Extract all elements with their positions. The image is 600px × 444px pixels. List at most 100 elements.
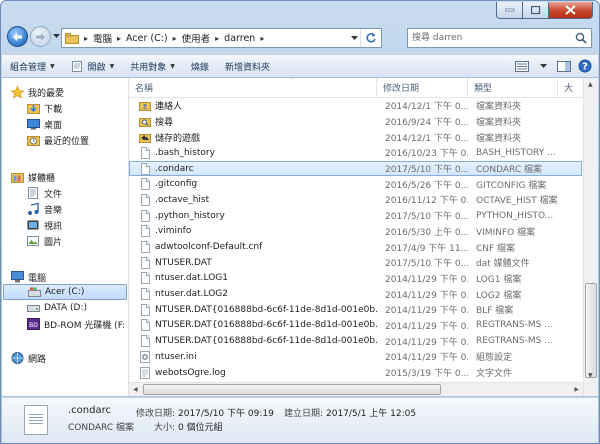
scroll-up-arrow[interactable]: ▲ (588, 81, 593, 88)
file-row[interactable]: NTUSER.DAT{016888bd-6c6f-11de-8d1d-001e0… (129, 318, 582, 334)
file-row[interactable]: NTUSER.DAT{016888bd-6c6f-11de-8d1d-001e0… (129, 302, 582, 318)
view-options-button[interactable] (534, 58, 552, 74)
nav-music[interactable]: 音樂 (26, 201, 62, 217)
file-type: PYTHON_HISTO... (476, 210, 554, 221)
file-date: 2014/12/1 下午 0... (385, 133, 468, 144)
file-row[interactable]: NTUSER.DAT{016888bd-6c6f-11de-8d1d-001e0… (129, 333, 582, 349)
back-button[interactable] (7, 26, 28, 47)
minimize-button[interactable] (496, 2, 523, 19)
breadcrumb-computer[interactable]: 電腦 (90, 31, 115, 45)
chevron-down-icon: ▼ (50, 62, 55, 70)
vertical-scroll-thumb[interactable] (585, 283, 597, 378)
nav-pictures[interactable]: 圖片 (26, 233, 62, 249)
nav-drive-d[interactable]: DATA (D:) (26, 300, 87, 316)
file-name: .bash_history (155, 147, 215, 158)
file-name-cell: 搜尋 (129, 115, 377, 128)
forward-button[interactable] (30, 26, 51, 47)
nav-drive-d-label: DATA (D:) (44, 303, 88, 313)
column-header-type[interactable]: 類型 (468, 78, 558, 97)
organize-menu[interactable]: 組合管理 ▼ (2, 56, 63, 76)
details-size-label: 大小: (154, 423, 176, 433)
help-button[interactable]: ? (576, 58, 594, 74)
music-icon (26, 202, 40, 216)
file-row[interactable]: .bash_history 2016/10/23 下午 0... BASH_HIST… (129, 145, 582, 161)
vertical-scrollbar[interactable]: ▲ ▼ (583, 78, 598, 396)
file-row[interactable]: webotsOgre.log 2015/3/19 下午 0... 文字文件 (129, 365, 582, 381)
nav-favorites[interactable]: 我的最愛 (10, 84, 64, 100)
nav-libraries[interactable]: 媒體櫃 (10, 169, 55, 185)
address-bar[interactable]: ▸ 電腦 ▸ Acer (C:) ▸ 使用者 ▸ darren ▸ (61, 28, 382, 48)
nav-network[interactable]: 網路 (10, 350, 46, 366)
file-date: 2016/10/23 下午 0... (385, 149, 468, 160)
search-input[interactable] (408, 32, 564, 44)
file-name-cell: adwtoolconf-Default.cnf (129, 241, 377, 254)
file-icon (139, 162, 151, 175)
burn-label: 燒錄 (190, 62, 209, 73)
breadcrumb-separator[interactable]: ▸ (258, 34, 266, 43)
breadcrumb-separator[interactable]: ▸ (115, 34, 123, 43)
file-row[interactable]: ntuser.dat.LOG2 2014/11/29 下午 0... LOG2 檔案 (129, 286, 582, 302)
chevron-down-icon (53, 34, 60, 38)
column-header-date[interactable]: 修改日期 (377, 78, 468, 97)
breadcrumb-separator[interactable]: ▸ (213, 34, 221, 43)
maximize-button[interactable] (523, 2, 549, 19)
share-menu[interactable]: 共用對象 ▼ (122, 56, 183, 76)
file-row[interactable]: ntuser.dat.LOG1 2014/11/29 下午 0... LOG1 檔案 (129, 271, 582, 287)
column-header-name[interactable]: 名稱 ⌃ (129, 78, 377, 97)
burn-button[interactable]: 燒錄 (183, 56, 217, 76)
file-icon (139, 241, 151, 254)
nav-videos[interactable]: 視訊 (26, 217, 62, 233)
search-icon[interactable] (575, 32, 587, 47)
chevron-down-icon (539, 63, 547, 68)
file-row[interactable]: 儲存的遊戲 2014/12/1 下午 0... 檔案資料夾 (129, 129, 582, 145)
change-view-button[interactable] (513, 58, 531, 74)
file-type: 文字文件 (476, 369, 513, 380)
nav-drive-c[interactable]: Acer (C:) (3, 284, 127, 300)
horizontal-scrollbar[interactable]: ◀ ▶ (129, 382, 583, 396)
refresh-button[interactable] (360, 29, 381, 47)
nav-documents[interactable]: 文件 (26, 185, 62, 201)
view-details-icon (515, 60, 529, 72)
nav-downloads[interactable]: 下載 (26, 100, 62, 116)
preview-pane-button[interactable] (555, 58, 573, 74)
open-menu[interactable]: 開啟 ▼ (63, 56, 123, 76)
nav-desktop[interactable]: 桌面 (26, 116, 62, 132)
file-name-cell: NTUSER.DAT (129, 256, 377, 269)
scroll-right-arrow[interactable]: ▶ (574, 386, 579, 393)
file-row[interactable]: .python_history 2017/5/10 下午 0... PYTHON_H… (129, 208, 582, 224)
file-icon (139, 256, 151, 269)
file-row[interactable]: ntuser.ini 2014/11/29 下午 0... 組態設定 (129, 349, 582, 365)
file-row[interactable]: NTUSER.DAT 2017/5/10 下午 0... dat 媒體文件 (129, 255, 582, 271)
file-name: NTUSER.DAT{016888bd-6c6f-11de-8d1d-001e0… (155, 336, 377, 347)
file-row[interactable]: .gitconfig 2016/5/26 下午 0... GITCONFIG 檔案 (129, 176, 582, 192)
breadcrumb-drive-c[interactable]: Acer (C:) (123, 33, 171, 44)
svg-text:BD: BD (29, 322, 38, 329)
nav-computer[interactable]: 電腦 (10, 269, 46, 285)
breadcrumb-users[interactable]: 使用者 (179, 31, 214, 45)
nav-recent-places[interactable]: 最近的位置 (26, 132, 89, 148)
file-row[interactable]: .octave_hist 2016/11/12 下午 0... OCTAVE_HIS… (129, 192, 582, 208)
address-history-button[interactable] (347, 29, 361, 47)
file-row[interactable]: 連絡人 2014/12/1 下午 0... 檔案資料夾 (129, 98, 582, 114)
file-icon (139, 303, 151, 316)
breadcrumb-separator[interactable]: ▸ (171, 34, 179, 43)
scroll-left-arrow[interactable]: ◀ (133, 386, 138, 393)
close-button[interactable] (549, 2, 593, 19)
nav-bd-rom[interactable]: BD BD-ROM 光碟機 (F: (26, 316, 125, 332)
file-name-cell: webotsOgre.log (129, 366, 377, 379)
file-row[interactable]: .condarc 2017/5/10 下午 0... CONDARC 檔案 (129, 160, 582, 177)
new-folder-button[interactable]: 新增資料夾 (217, 56, 278, 76)
file-type: dat 媒體文件 (476, 259, 530, 270)
horizontal-scroll-thumb[interactable] (143, 384, 441, 395)
breadcrumb-darren[interactable]: darren (221, 33, 258, 44)
breadcrumb-separator[interactable]: ▸ (82, 34, 90, 43)
file-type: BLF 檔案 (476, 306, 514, 317)
scroll-down-arrow[interactable]: ▼ (588, 372, 593, 379)
file-row[interactable]: adwtoolconf-Default.cnf 2017/4/9 下午 11...… (129, 239, 582, 255)
file-type: OCTAVE_HIST 檔案 (476, 196, 558, 207)
file-row[interactable]: 搜尋 2016/9/24 下午 0... 檔案資料夾 (129, 114, 582, 130)
column-name-label: 名稱 (135, 84, 154, 94)
details-file-name: .condarc (68, 405, 111, 416)
file-type: 檔案資料夾 (476, 133, 522, 144)
file-row[interactable]: .viminfo 2016/5/30 上午 0... VIMINFO 檔案 (129, 224, 582, 240)
